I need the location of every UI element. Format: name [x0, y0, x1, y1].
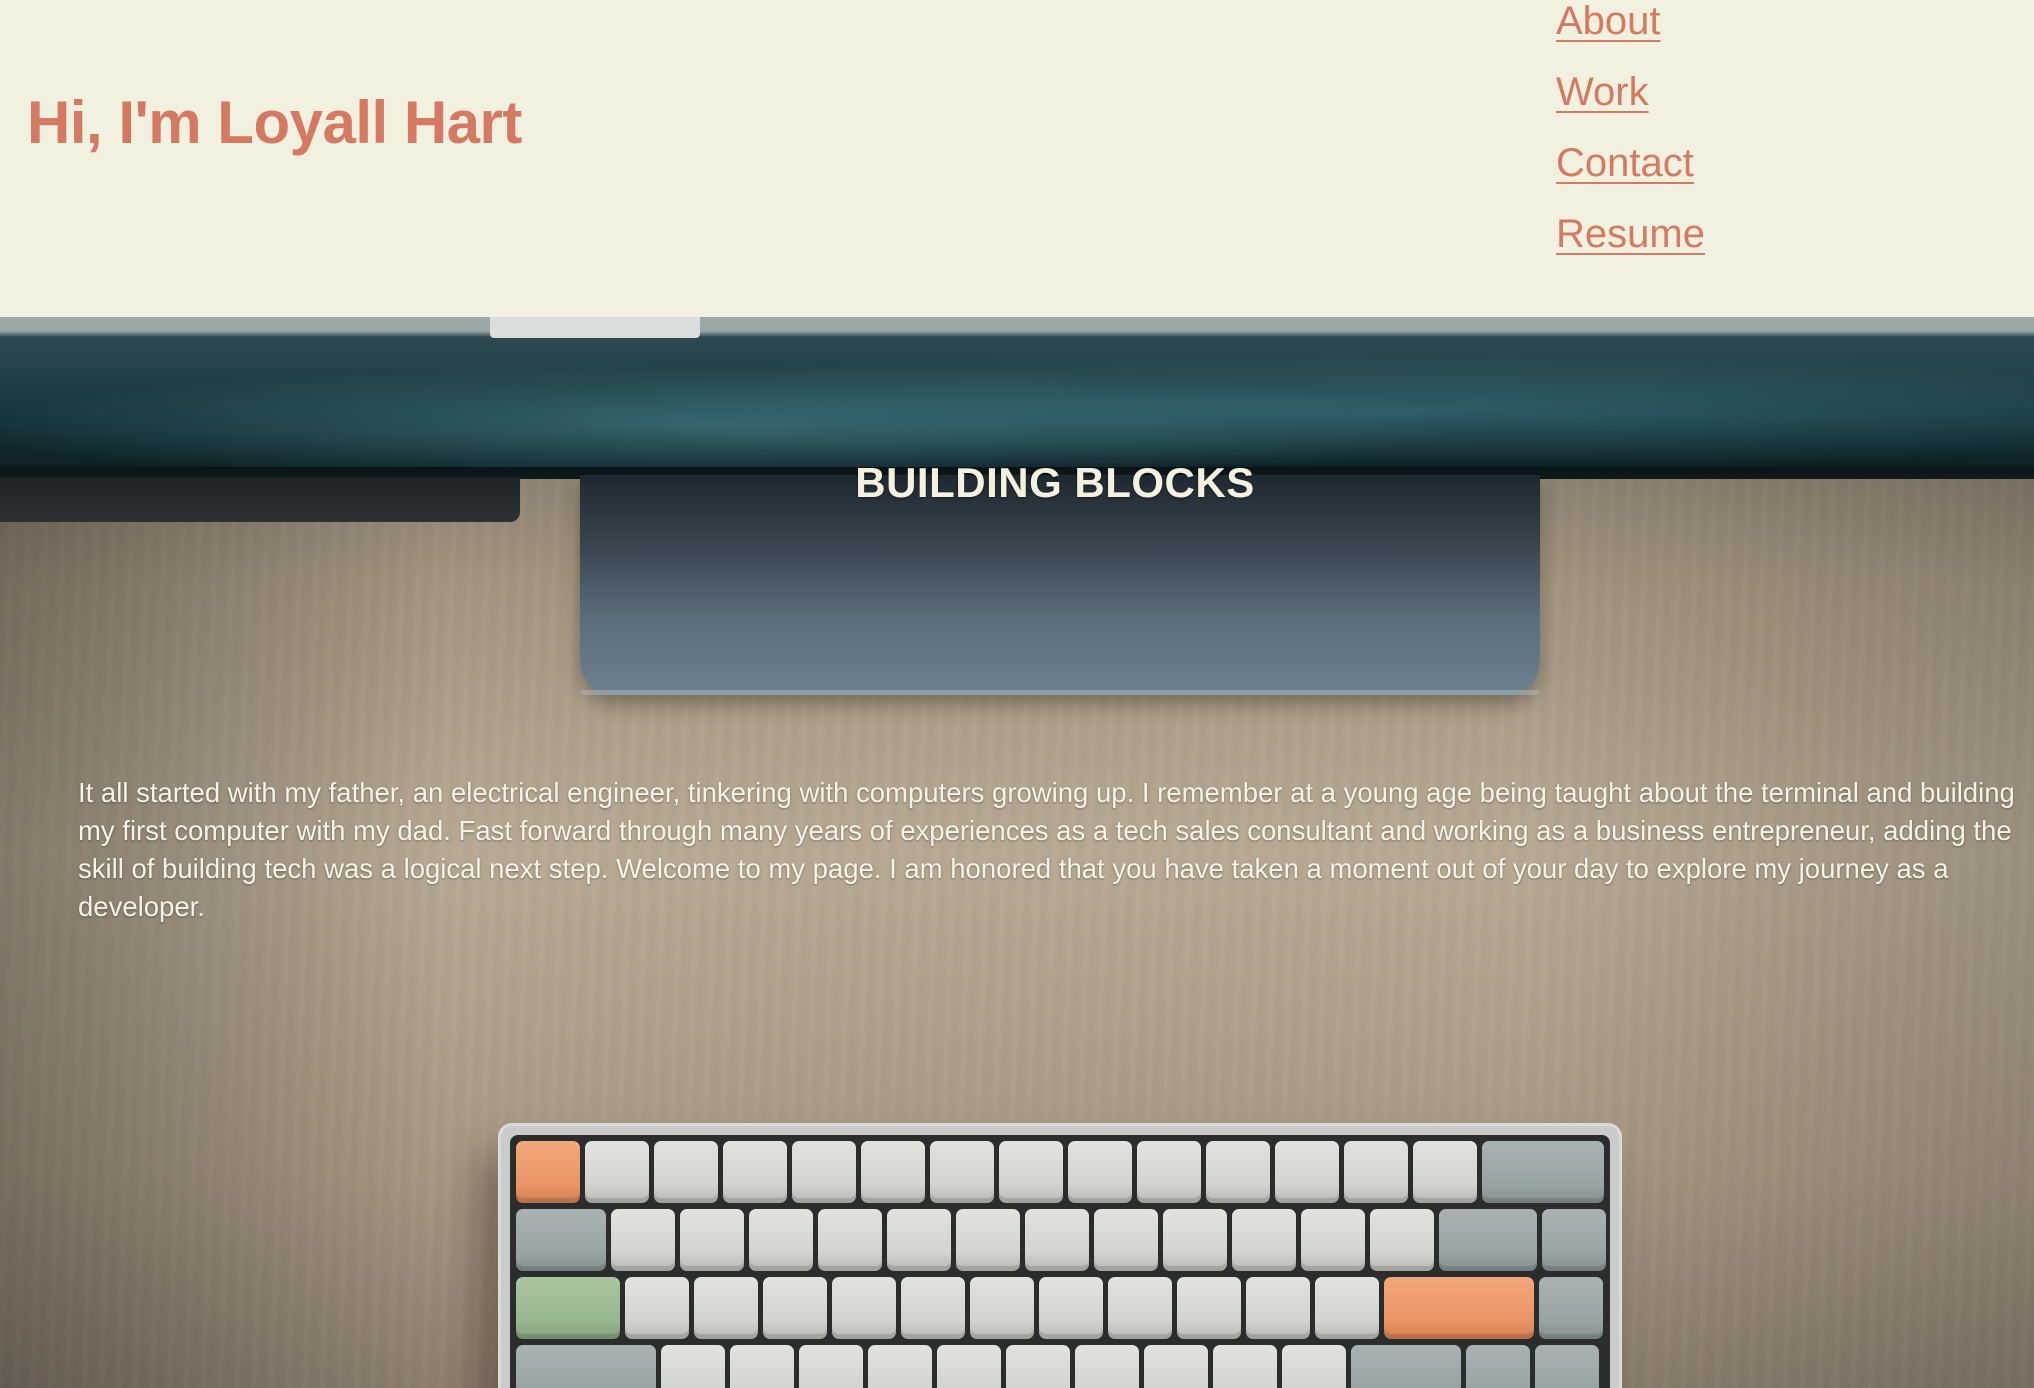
site-title: Hi, I'm Loyall Hart [27, 89, 522, 156]
keyboard-key [1213, 1345, 1277, 1388]
keyboard-key [1025, 1209, 1089, 1271]
keyboard-key [723, 1141, 787, 1203]
keyboard-key [1539, 1277, 1603, 1339]
keyboard-key [1370, 1209, 1434, 1271]
keyboard-key [999, 1141, 1063, 1203]
keyboard-key [1315, 1277, 1379, 1339]
keyboard-key [1144, 1345, 1208, 1388]
keyboard-key [1232, 1209, 1296, 1271]
keyboard-key [832, 1277, 896, 1339]
monitor-screen-image [0, 317, 2034, 472]
keyboard-row [516, 1141, 1604, 1205]
keyboard-image [498, 1123, 1622, 1388]
keyboard-key [654, 1141, 718, 1203]
keyboard-row [516, 1345, 1599, 1388]
keyboard-key [1466, 1345, 1530, 1388]
keyboard-key [1206, 1141, 1270, 1203]
keyboard-key [1542, 1209, 1606, 1271]
keyboard-key [1137, 1141, 1201, 1203]
keyboard-key [1413, 1141, 1477, 1203]
keyboard-key [516, 1209, 606, 1271]
keyboard-key [1282, 1345, 1346, 1388]
keyboard-key [1094, 1209, 1158, 1271]
keyboard-key [611, 1209, 675, 1271]
keyboard-key [585, 1141, 649, 1203]
keyboard-key [1439, 1209, 1537, 1271]
keyboard-key [1275, 1141, 1339, 1203]
keyboard-key [1344, 1141, 1408, 1203]
keyboard-row [516, 1209, 1606, 1273]
keyboard-key [887, 1209, 951, 1271]
monitor-screen-tab-image [490, 317, 700, 338]
keyboard-row [516, 1277, 1603, 1341]
keyboard-key [1177, 1277, 1241, 1339]
hero-section: BUILDING BLOCKS It all started with my f… [0, 317, 2034, 1388]
keyboard-key [868, 1345, 932, 1388]
keyboard-key [749, 1209, 813, 1271]
keyboard-key [1108, 1277, 1172, 1339]
keyboard-key [818, 1209, 882, 1271]
keyboard-key [763, 1277, 827, 1339]
keyboard-key [1068, 1141, 1132, 1203]
keyboard-key [1163, 1209, 1227, 1271]
keyboard-key [516, 1141, 580, 1203]
keyboard-key [970, 1277, 1034, 1339]
keyboard-key [901, 1277, 965, 1339]
keyboard-key [1301, 1209, 1365, 1271]
keyboard-key [661, 1345, 725, 1388]
keyboard-key [680, 1209, 744, 1271]
keyboard-key [516, 1345, 656, 1388]
keyboard-key [799, 1345, 863, 1388]
keyboard-key [792, 1141, 856, 1203]
keyboard-key [1006, 1345, 1070, 1388]
keyboard-key [625, 1277, 689, 1339]
monitor-stand-image [580, 475, 1540, 695]
keyboard-key [516, 1277, 620, 1339]
intro-paragraph: It all started with my father, an electr… [78, 777, 2015, 922]
keyboard-keys-area [510, 1135, 1610, 1388]
nav-link-work[interactable]: Work [1556, 57, 1856, 128]
keyboard-key [861, 1141, 925, 1203]
site-header: Hi, I'm Loyall Hart About Work Contact R… [0, 0, 2034, 317]
keyboard-key [694, 1277, 758, 1339]
keyboard-key [937, 1345, 1001, 1388]
main-nav: About Work Contact Resume [1556, 0, 1856, 270]
keyboard-key [1384, 1277, 1534, 1339]
keyboard-key [1246, 1277, 1310, 1339]
keyboard-key [956, 1209, 1020, 1271]
keyboard-key [930, 1141, 994, 1203]
nav-link-resume[interactable]: Resume [1556, 199, 1856, 270]
keyboard-key [1351, 1345, 1461, 1388]
nav-link-about[interactable]: About [1556, 0, 1856, 57]
keyboard-key [1039, 1277, 1103, 1339]
nav-link-contact[interactable]: Contact [1556, 128, 1856, 199]
keyboard-key [730, 1345, 794, 1388]
keyboard-key [1075, 1345, 1139, 1388]
keyboard-key [1482, 1141, 1604, 1203]
keyboard-key [1535, 1345, 1599, 1388]
section-title: BUILDING BLOCKS [855, 459, 1255, 506]
